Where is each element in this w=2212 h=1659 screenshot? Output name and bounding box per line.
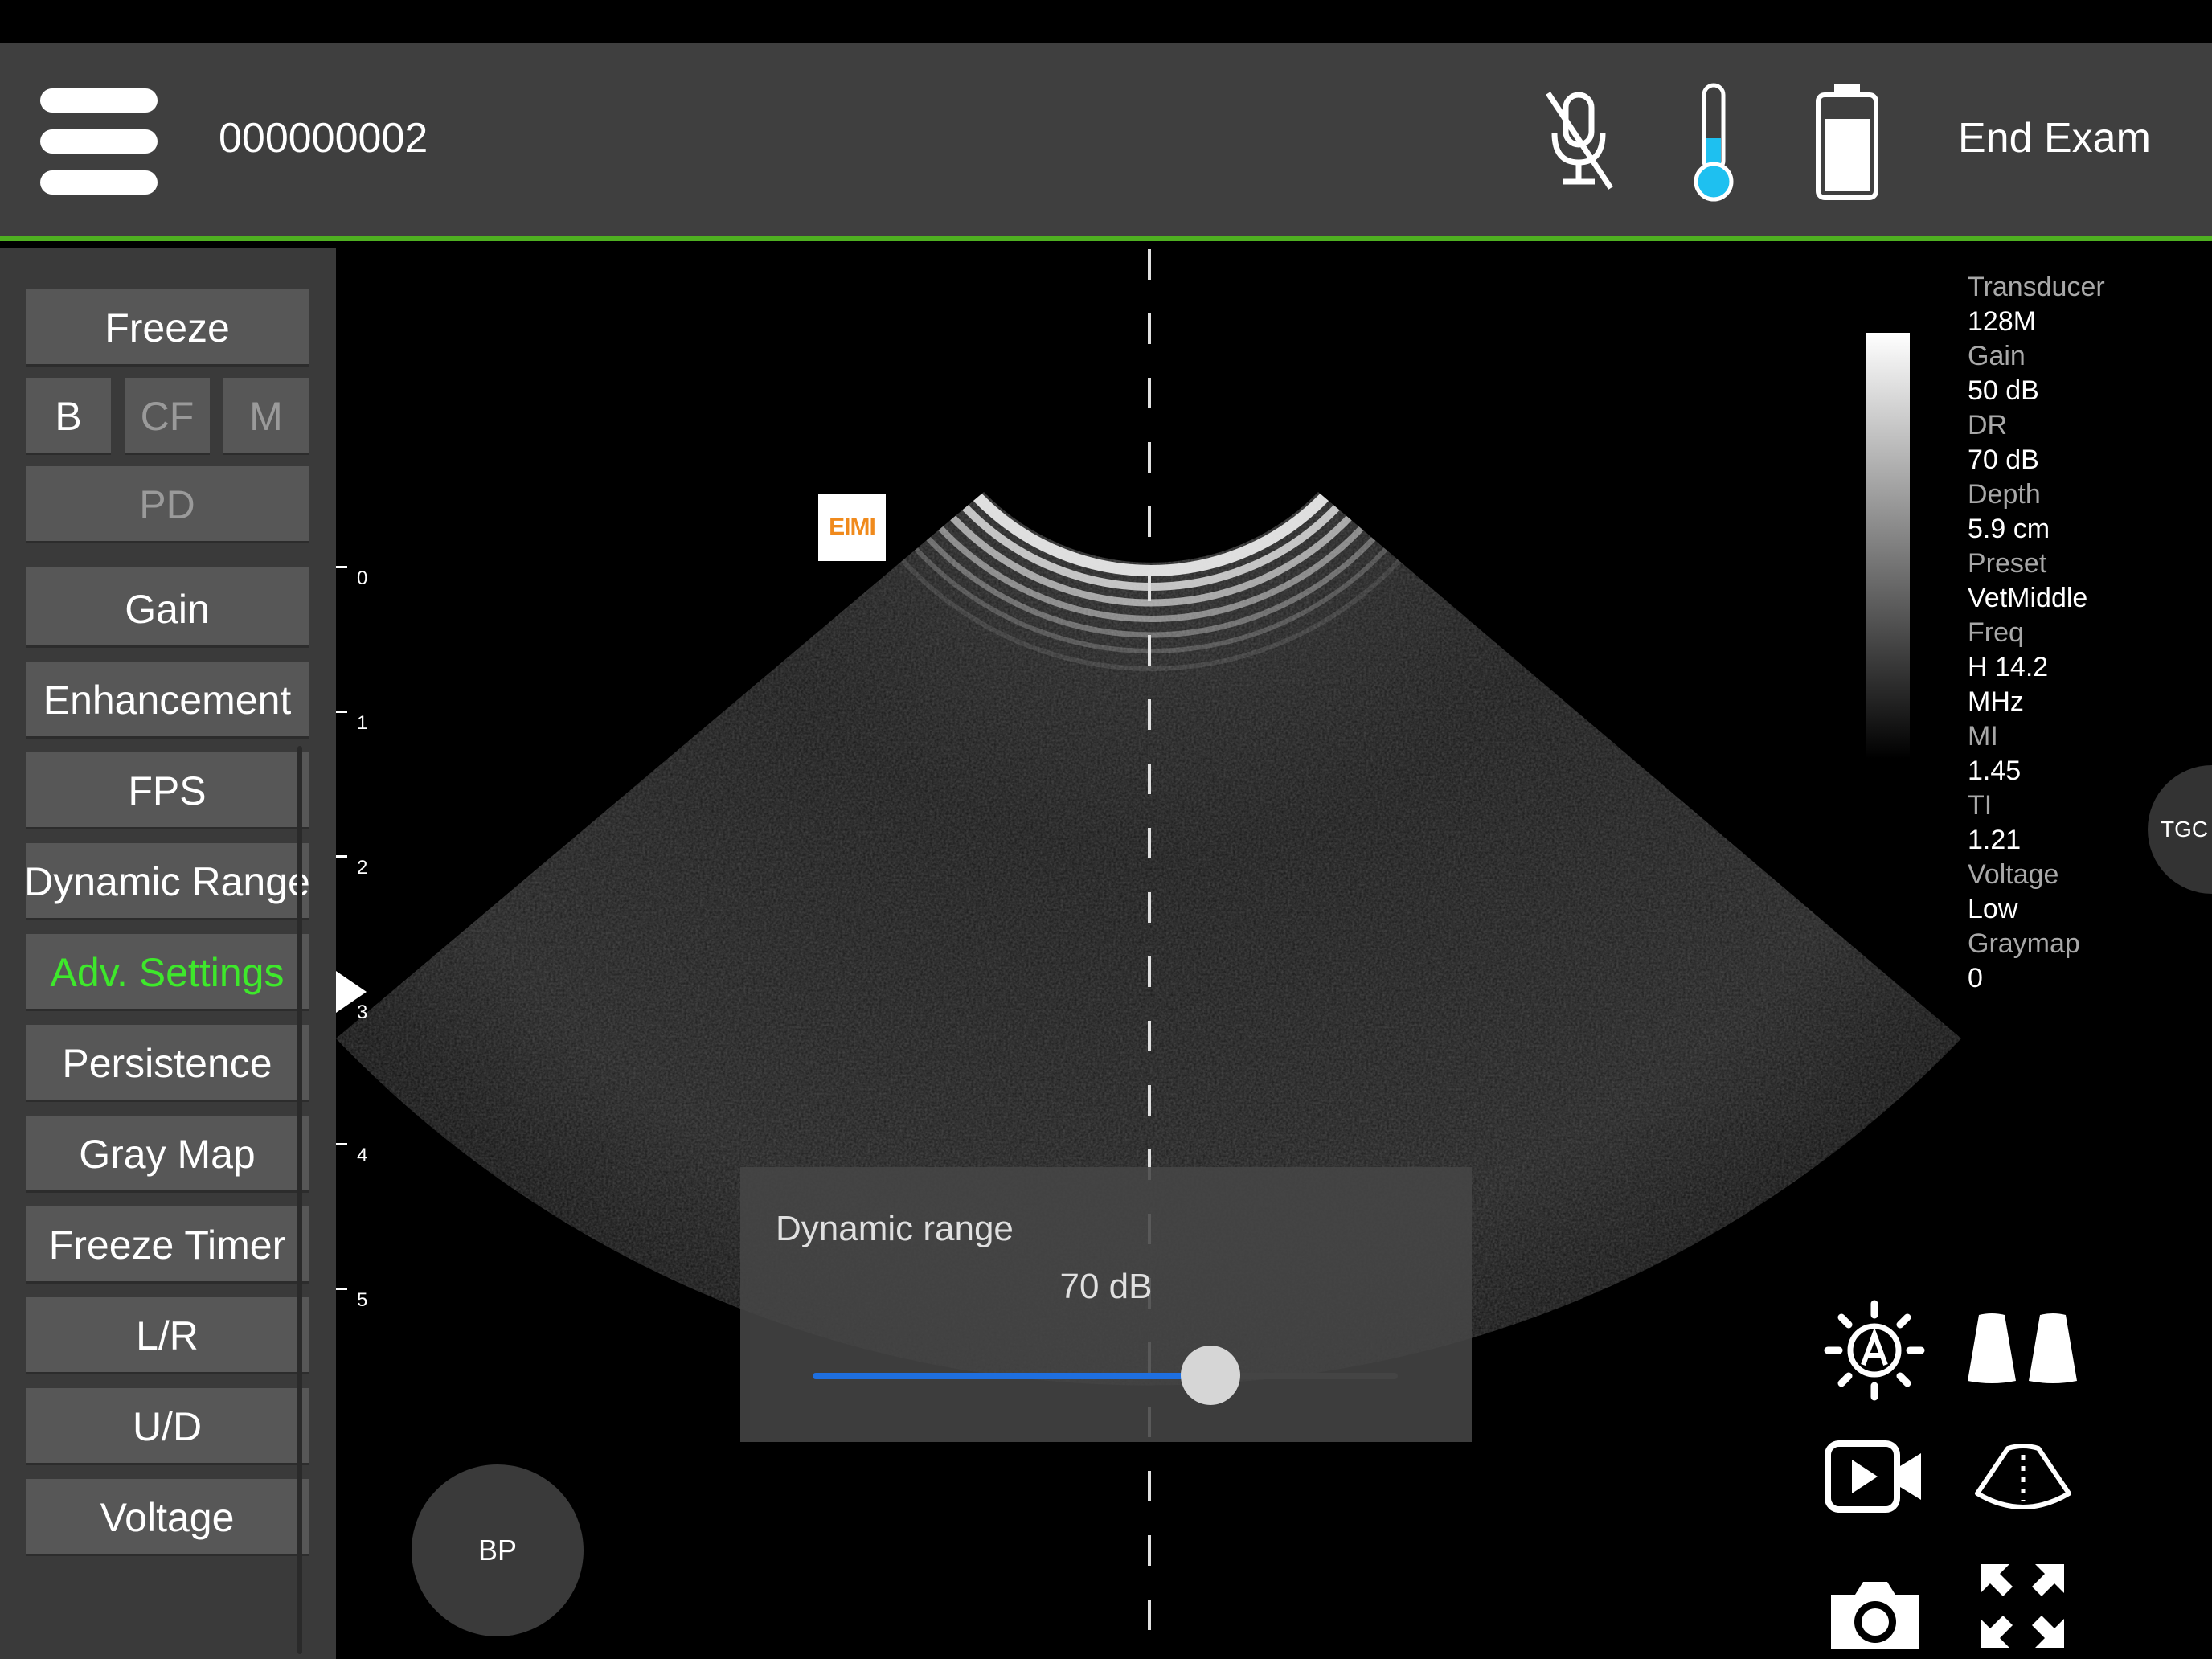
depth-label-2: 2 (357, 857, 368, 879)
sector-scan-icon[interactable] (1974, 1444, 2072, 1513)
dynamic-range-slider[interactable] (813, 1346, 1398, 1405)
depth-tick (336, 855, 347, 858)
dr-value: 70 dB (1968, 444, 2039, 475)
fullscreen-expand-icon[interactable] (1977, 1561, 2067, 1651)
depth-tick (336, 566, 347, 568)
transducer-value: 128M (1968, 306, 2037, 337)
depth-tick (336, 1288, 347, 1290)
depth-label-4: 4 (357, 1145, 368, 1166)
voltage-value: Low (1968, 894, 2018, 924)
dr-label: DR (1968, 410, 2008, 440)
depth-label-0: 0 (357, 567, 368, 589)
camera-icon[interactable] (1828, 1577, 1923, 1653)
freq-unit: MHz (1968, 686, 2024, 717)
mi-label: MI (1968, 721, 1998, 752)
dynamic-range-value: 70 dB (1059, 1267, 1153, 1306)
freq-value: H 14.2 (1968, 652, 2049, 682)
gain-value: 50 dB (1968, 375, 2039, 406)
auto-brightness-icon[interactable] (1823, 1299, 1926, 1402)
dynamic-range-slider-fill (813, 1373, 1211, 1379)
info-panel: Transducer 128M Gain 50 dB DR 70 dB Dept… (1968, 270, 2209, 996)
dynamic-range-popup: Dynamic range 70 dB (740, 1167, 1472, 1442)
depth-tick (336, 711, 347, 713)
depth-label-3: 3 (357, 1002, 368, 1023)
depth-label-1: 1 (357, 712, 368, 734)
gain-label: Gain (1968, 341, 2026, 371)
preset-label: Preset (1968, 548, 2047, 579)
bp-button[interactable]: BP (412, 1464, 584, 1636)
preset-value: VetMiddle (1968, 583, 2088, 613)
freq-label: Freq (1968, 617, 2024, 648)
depth-label: Depth (1968, 479, 2041, 510)
eimi-logo: EIMI (818, 494, 886, 561)
depth-tick (336, 1143, 347, 1145)
tgc-label: TGC (2161, 817, 2209, 842)
dynamic-range-slider-thumb[interactable] (1181, 1346, 1241, 1405)
grayscale-bar (1866, 333, 1910, 759)
dual-view-icon[interactable] (1968, 1312, 2077, 1386)
depth-label-5: 5 (357, 1289, 368, 1311)
video-record-icon[interactable] (1825, 1440, 1924, 1513)
transducer-label: Transducer (1968, 272, 2105, 302)
dynamic-range-title: Dynamic range (776, 1209, 1014, 1248)
depth-value: 5.9 cm (1968, 514, 2050, 544)
graymap-value: 0 (1968, 963, 1983, 993)
graymap-label: Graymap (1968, 928, 2080, 959)
